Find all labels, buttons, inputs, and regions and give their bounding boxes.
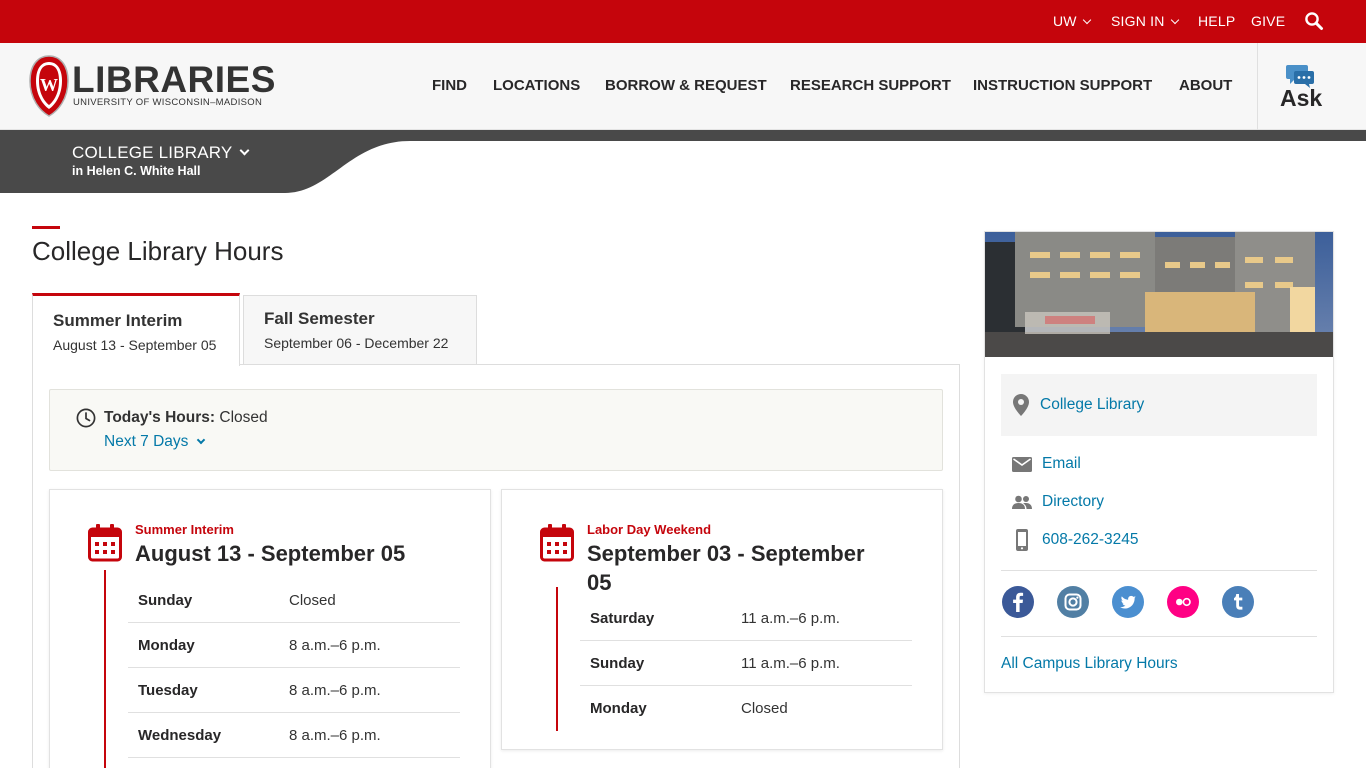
timeline-line [556, 587, 558, 731]
library-building: in Helen C. White Hall [72, 164, 201, 178]
hours-value: 8 a.m.–6 p.m. [289, 727, 381, 744]
hours-value: 11 a.m.–6 p.m. [741, 655, 840, 672]
instagram-icon[interactable] [1057, 586, 1089, 618]
email-link[interactable]: Email [1042, 455, 1081, 473]
hours-value: Closed [289, 592, 336, 609]
schedule-card-summer-interim: Summer Interim August 13 - September 05 … [49, 489, 491, 768]
clock-icon [76, 408, 96, 428]
map-pin-icon [1013, 394, 1029, 416]
schedule-range-cont: 05 [587, 570, 612, 595]
divider [1001, 570, 1317, 571]
chevron-down-icon [1170, 15, 1179, 25]
nav-locations[interactable]: LOCATIONS [493, 77, 580, 94]
day-label: Monday [590, 700, 647, 717]
people-icon [1012, 495, 1032, 509]
schedule-kicker: Summer Interim [135, 522, 234, 537]
hours-row: Sunday Closed [128, 578, 460, 623]
uw-menu[interactable]: UW [1053, 13, 1091, 29]
day-label: Sunday [138, 592, 193, 609]
divider [1001, 636, 1317, 637]
tab-name: Summer Interim [53, 311, 183, 330]
calendar-icon [88, 524, 122, 562]
location-box: College Library [1001, 374, 1317, 436]
contact-phone[interactable]: 608-262-3245 [1011, 529, 1331, 553]
tab-dates: August 13 - September 05 [53, 337, 217, 353]
hours-row: Tuesday 8 a.m.–6 p.m. [128, 668, 460, 713]
library-building-photo [985, 232, 1333, 357]
help-link[interactable]: HELP [1198, 13, 1235, 29]
all-campus-hours-link[interactable]: All Campus Library Hours [1001, 655, 1178, 673]
title-accent-bar [32, 226, 60, 229]
day-label: Saturday [590, 610, 655, 627]
schedule-range: August 13 - September 05 [135, 541, 406, 566]
todays-hours-value: Closed [219, 409, 268, 426]
uw-menu-label: UW [1053, 13, 1077, 29]
tab-dates: September 06 - December 22 [264, 335, 449, 351]
top-utility-bar: UW SIGN IN HELP GIVE [0, 0, 1366, 43]
todays-hours-text: Today's Hours: Closed [104, 409, 268, 427]
ask-button[interactable]: Ask [1257, 43, 1366, 130]
contact-directory[interactable]: Directory [1011, 491, 1331, 515]
schedule-range: September 03 - September [587, 541, 865, 566]
contact-email[interactable]: Email [1011, 453, 1331, 477]
day-label: Monday [138, 637, 195, 654]
facebook-icon[interactable] [1002, 586, 1034, 618]
chevron-down-icon [240, 145, 250, 156]
library-name: COLLEGE LIBRARY [72, 143, 233, 162]
hours-value: 8 a.m.–6 p.m. [289, 682, 381, 699]
hours-row: Sunday 11 a.m.–6 p.m. [580, 641, 912, 686]
day-label: Sunday [590, 655, 645, 672]
hours-row: Monday Closed [580, 686, 912, 731]
twitter-icon[interactable] [1112, 586, 1144, 618]
next-7-days-toggle[interactable]: Next 7 Days [104, 433, 206, 451]
timeline-line [104, 570, 106, 768]
hours-row: Saturday 11 a.m.–6 p.m. [580, 596, 912, 641]
sign-in-menu[interactable]: SIGN IN [1111, 13, 1179, 29]
directory-link[interactable]: Directory [1042, 493, 1104, 511]
nav-about[interactable]: ABOUT [1179, 77, 1232, 94]
search-icon[interactable] [1304, 11, 1324, 31]
logo-subtitle: UNIVERSITY OF WISCONSIN–MADISON [73, 97, 263, 108]
nav-research-support[interactable]: RESEARCH SUPPORT [790, 77, 951, 94]
todays-hours-box: Today's Hours: Closed Next 7 Days [49, 389, 943, 471]
hours-value: 8 a.m.–6 p.m. [289, 637, 381, 654]
calendar-icon [540, 524, 574, 562]
nav-find[interactable]: FIND [432, 77, 467, 94]
tab-summer-interim[interactable]: Summer Interim August 13 - September 05 [32, 293, 240, 366]
day-label: Tuesday [138, 682, 198, 699]
library-selector[interactable]: COLLEGE LIBRARY [72, 143, 250, 163]
schedule-kicker: Labor Day Weekend [587, 522, 712, 537]
location-link[interactable]: College Library [1040, 396, 1144, 414]
email-icon [1012, 457, 1032, 472]
nav-instruction-support[interactable]: INSTRUCTION SUPPORT [973, 77, 1152, 94]
tab-fall-semester[interactable]: Fall Semester September 06 - December 22 [243, 295, 477, 364]
nav-borrow-request[interactable]: BORROW & REQUEST [605, 77, 767, 94]
phone-icon [1016, 529, 1028, 551]
hours-row: Monday 8 a.m.–6 p.m. [128, 623, 460, 668]
day-label: Wednesday [138, 727, 222, 744]
schedule-card-labor-day: Labor Day Weekend September 03 - Septemb… [501, 489, 943, 750]
tumblr-icon[interactable] [1222, 586, 1254, 618]
sign-in-label: SIGN IN [1111, 13, 1165, 29]
hours-row: Wednesday 8 a.m.–6 p.m. [128, 713, 460, 758]
page-title: College Library Hours [32, 236, 284, 266]
todays-hours-label: Today's Hours: [104, 409, 216, 426]
hours-value: Closed [741, 700, 788, 717]
give-link[interactable]: GIVE [1251, 13, 1285, 29]
libraries-logo-text[interactable]: LIBRARIES [72, 61, 276, 98]
svg-text:W: W [40, 75, 58, 95]
uw-crest-logo[interactable]: W [28, 55, 70, 117]
site-header: W LIBRARIES UNIVERSITY OF WISCONSIN–MADI… [0, 43, 1366, 130]
flickr-icon[interactable] [1167, 586, 1199, 618]
ask-label: Ask [1280, 85, 1323, 111]
chevron-down-icon [197, 435, 206, 445]
tab-name: Fall Semester [264, 309, 375, 328]
library-info-sidebar: College Library Email Directory 608-262-… [984, 231, 1334, 693]
library-location-bar: COLLEGE LIBRARY in Helen C. White Hall [0, 130, 1366, 194]
next-7-days-label: Next 7 Days [104, 433, 189, 450]
chevron-down-icon [1082, 15, 1091, 25]
phone-link[interactable]: 608-262-3245 [1042, 531, 1139, 549]
hours-value: 11 a.m.–6 p.m. [741, 610, 840, 627]
